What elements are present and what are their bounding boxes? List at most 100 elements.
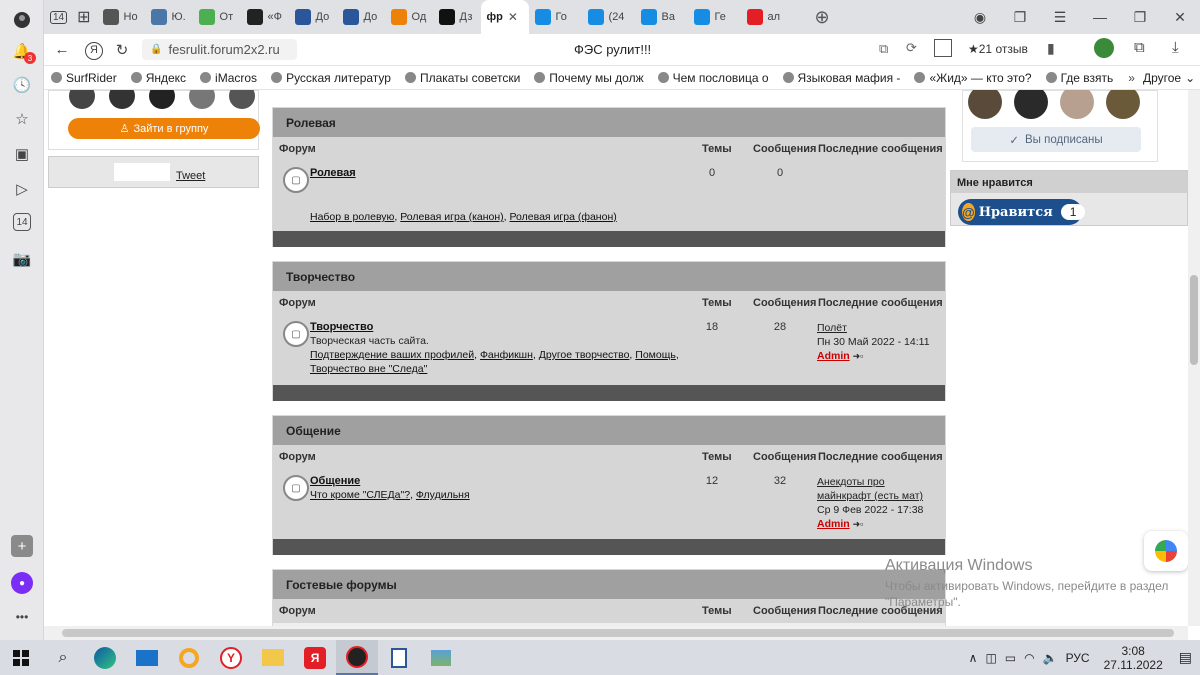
tab[interactable]: До — [289, 0, 337, 34]
bookmarks-overflow-icon[interactable]: » — [1120, 71, 1143, 85]
photos-icon[interactable] — [420, 640, 462, 675]
yandex-icon[interactable]: Я — [80, 40, 108, 60]
yandex-browser-icon[interactable]: Y — [210, 640, 252, 675]
forum-link[interactable]: Общение — [310, 475, 360, 487]
floating-widget[interactable] — [1144, 531, 1188, 571]
join-group-button[interactable]: ♙ Зайти в группу — [68, 118, 260, 139]
tab[interactable]: «Ф — [241, 0, 289, 34]
tab-manager-icon[interactable]: ❐ — [1000, 0, 1040, 34]
search-icon[interactable]: ⌕ — [42, 640, 84, 675]
document-icon[interactable] — [378, 640, 420, 675]
collections-icon[interactable]: ▣ — [11, 143, 33, 165]
bookmark-item[interactable]: Яндекс — [124, 71, 193, 85]
language-indicator[interactable]: РУС — [1066, 651, 1090, 665]
avatar[interactable] — [1060, 90, 1094, 119]
extensions-icon[interactable]: ⧉ — [1134, 39, 1145, 56]
volume-icon[interactable]: 🔈 — [1043, 651, 1058, 665]
avatar[interactable] — [189, 90, 215, 109]
edge-icon[interactable] — [84, 640, 126, 675]
bookmark-item[interactable]: Плакаты советски — [398, 71, 527, 85]
subforum-link[interactable]: Флудильня — [416, 489, 470, 501]
translate-icon[interactable]: ⟳ — [906, 40, 917, 56]
bookmark-item[interactable]: SurfRider — [44, 71, 124, 85]
horizontal-scrollbar[interactable] — [44, 626, 1188, 640]
subforum-link[interactable]: Подтверждение ваших профилей — [310, 349, 474, 361]
avatar[interactable] — [1014, 90, 1048, 119]
video-icon[interactable]: ▷ — [11, 178, 33, 200]
vpn-icon[interactable] — [168, 640, 210, 675]
goto-post-icon[interactable]: ➜▫ — [853, 351, 864, 361]
mail-icon[interactable] — [126, 640, 168, 675]
bookmark-item[interactable]: Языковая мафия - — [776, 71, 908, 85]
bookmark-item[interactable]: iMacros — [193, 71, 264, 85]
avatar[interactable] — [149, 90, 175, 109]
vertical-scrollbar[interactable] — [1188, 90, 1200, 626]
bookmark-item[interactable]: Где взять — [1039, 71, 1121, 85]
tab[interactable]: Дз — [433, 0, 481, 34]
subforum-link[interactable]: Ролевая игра (канон) — [400, 211, 503, 223]
wifi-icon[interactable]: ◠ — [1024, 651, 1034, 665]
tab[interactable]: Го — [529, 0, 577, 34]
subforum-link[interactable]: Творчество вне "Следа" — [310, 363, 427, 375]
clock[interactable]: 3:08 27.11.2022 — [1104, 644, 1163, 672]
subforum-link[interactable]: Ролевая игра (фанон) — [510, 211, 617, 223]
camera-icon[interactable]: 📷 — [11, 248, 33, 270]
new-tab-icon[interactable]: ⊕ — [809, 0, 836, 34]
tab[interactable]: (24 — [582, 0, 630, 34]
yandex-browser-active-icon[interactable] — [336, 640, 378, 675]
network-icon[interactable]: ◫ — [985, 651, 996, 665]
bookmark-item[interactable]: Чем пословица о — [651, 71, 776, 85]
download-icon[interactable]: ⤓ — [1172, 39, 1179, 56]
reload-icon[interactable]: ↻ — [108, 41, 136, 59]
avatar[interactable] — [968, 90, 1002, 119]
last-post-author[interactable]: Admin — [817, 518, 850, 530]
new-group-icon[interactable]: ⊞ — [71, 0, 96, 34]
tabs-count-icon[interactable]: 14 — [13, 213, 31, 231]
reviews-badge[interactable]: ★21 отзыв — [968, 42, 1028, 56]
tab-counter[interactable]: 14 — [44, 0, 71, 34]
tab[interactable]: Ге — [688, 0, 736, 34]
protect-icon[interactable] — [1094, 38, 1114, 58]
tab[interactable]: Но — [97, 0, 145, 34]
share-icon[interactable]: ⧉ — [879, 41, 888, 57]
goto-post-icon[interactable]: ➜▫ — [853, 519, 864, 529]
alice-tab-icon[interactable]: ◉ — [960, 0, 1000, 34]
notification-center-icon[interactable]: ▤ — [1179, 649, 1192, 666]
battery-icon[interactable]: ▭ — [1005, 651, 1016, 665]
start-icon[interactable] — [0, 640, 42, 675]
maximize-icon[interactable]: ❐ — [1120, 0, 1160, 34]
bookmark-item[interactable]: Почему мы долж — [527, 71, 650, 85]
active-tab[interactable]: фр ✕ — [480, 0, 529, 34]
avatar[interactable] — [229, 90, 255, 109]
tab[interactable]: Ю. — [145, 0, 193, 34]
last-post-author[interactable]: Admin — [817, 350, 850, 362]
files-icon[interactable] — [252, 640, 294, 675]
more-icon[interactable]: ••• — [11, 606, 33, 628]
close-tab-icon[interactable]: ✕ — [508, 10, 518, 24]
forum-link[interactable]: Ролевая — [310, 167, 356, 179]
minimize-icon[interactable]: — — [1080, 0, 1120, 34]
tab[interactable]: До — [337, 0, 385, 34]
tab[interactable]: Од — [385, 0, 433, 34]
subforum-link[interactable]: Помощь — [635, 349, 676, 361]
alice-icon[interactable]: ● — [11, 572, 33, 594]
last-post-link[interactable]: Полёт — [817, 322, 847, 334]
subscribed-button[interactable]: ✓ Вы подписаны — [971, 127, 1141, 152]
avatar[interactable] — [1106, 90, 1140, 119]
favorites-icon[interactable]: ☆ — [11, 108, 33, 130]
last-post-link[interactable]: Анекдоты про майнкрафт (есть мат) — [817, 476, 923, 502]
close-window-icon[interactable]: ✕ — [1160, 0, 1200, 34]
tab[interactable]: ал — [741, 0, 789, 34]
add-panel-icon[interactable]: + — [11, 535, 33, 557]
history-icon[interactable]: 🕓 — [11, 74, 33, 96]
subforum-link[interactable]: Другое творчество — [539, 349, 630, 361]
subforum-link[interactable]: Набор в ролевую — [310, 211, 394, 223]
profile-icon[interactable] — [11, 9, 33, 31]
avatar[interactable] — [69, 90, 95, 109]
yandex-icon[interactable]: Я — [294, 640, 336, 675]
subforum-link[interactable]: Фанфикшн — [480, 349, 533, 361]
bookmarks-other[interactable]: Другое ⌄ — [1143, 71, 1200, 85]
forum-link[interactable]: Творчество — [310, 321, 373, 333]
tab[interactable]: Ва — [635, 0, 683, 34]
avatar[interactable] — [109, 90, 135, 109]
